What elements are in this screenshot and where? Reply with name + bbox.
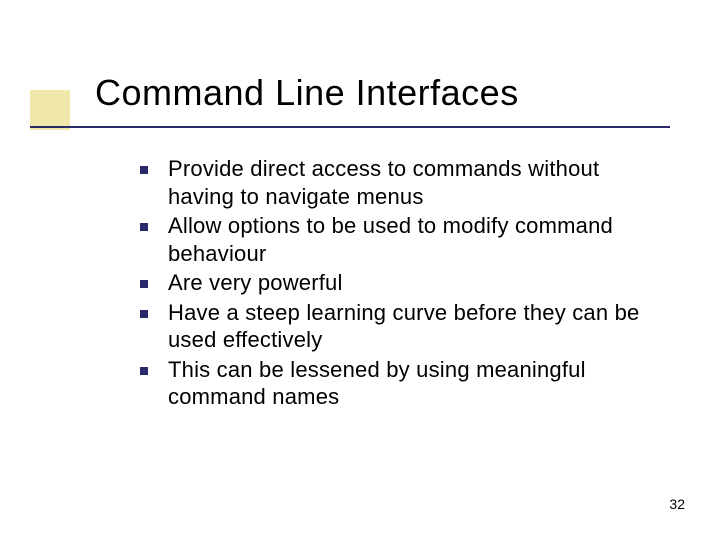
- bullet-icon: [140, 310, 148, 318]
- list-item: Provide direct access to commands withou…: [140, 155, 670, 210]
- list-item: Have a steep learning curve before they …: [140, 299, 670, 354]
- bullet-icon: [140, 280, 148, 288]
- list-item: This can be lessened by using meaningful…: [140, 356, 670, 411]
- bullet-text: Provide direct access to commands withou…: [168, 155, 670, 210]
- title-underline: [30, 126, 670, 128]
- bullet-icon: [140, 223, 148, 231]
- bullet-icon: [140, 367, 148, 375]
- page-number: 32: [669, 496, 685, 512]
- list-item: Allow options to be used to modify comma…: [140, 212, 670, 267]
- slide-title: Command Line Interfaces: [95, 72, 519, 114]
- bullet-text: Have a steep learning curve before they …: [168, 299, 670, 354]
- bullet-icon: [140, 166, 148, 174]
- bullet-text: Are very powerful: [168, 269, 343, 297]
- list-item: Are very powerful: [140, 269, 670, 297]
- bullet-text: This can be lessened by using meaningful…: [168, 356, 670, 411]
- title-accent-box: [30, 90, 70, 130]
- bullet-text: Allow options to be used to modify comma…: [168, 212, 670, 267]
- bullet-list: Provide direct access to commands withou…: [140, 155, 670, 413]
